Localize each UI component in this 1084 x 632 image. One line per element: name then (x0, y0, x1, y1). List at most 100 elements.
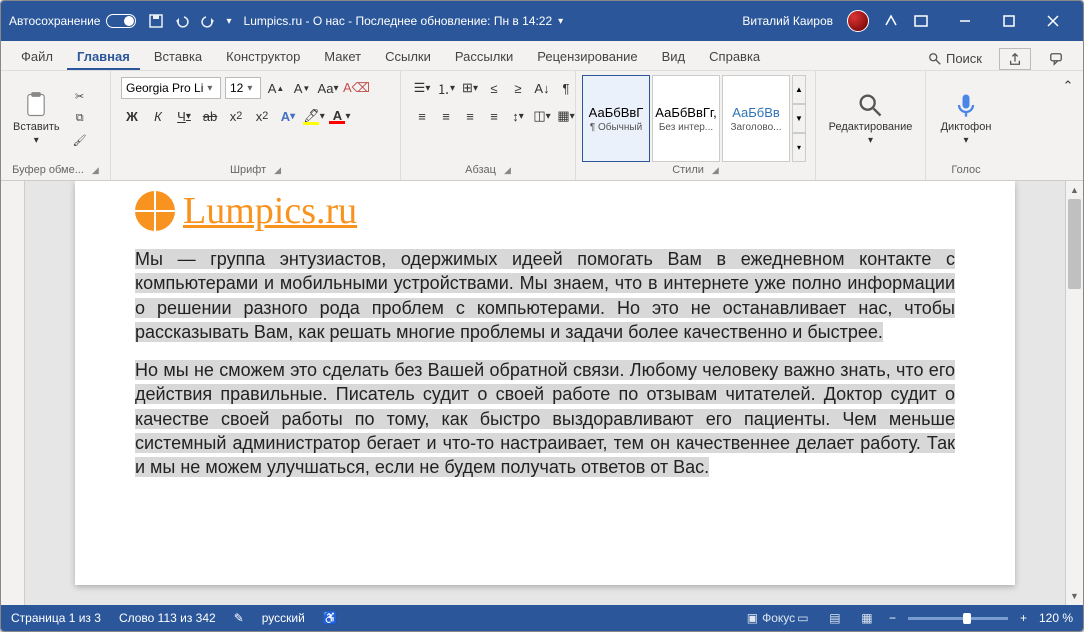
bullets-icon[interactable]: ☰▾ (411, 77, 433, 99)
styles-down-icon[interactable]: ▼ (792, 104, 806, 133)
clear-format-icon[interactable]: A⌫ (343, 77, 370, 99)
superscript-button[interactable]: x2 (251, 105, 273, 127)
font-color-icon[interactable]: A▾ (329, 105, 351, 127)
scroll-up-icon[interactable]: ▲ (1066, 181, 1083, 199)
zoom-out-icon[interactable]: − (889, 611, 896, 625)
clipboard-launcher[interactable]: ◢ (92, 165, 99, 176)
user-name[interactable]: Виталий Каиров (742, 14, 833, 28)
tab-help[interactable]: Справка (699, 43, 770, 70)
tab-review[interactable]: Рецензирование (527, 43, 647, 70)
tab-references[interactable]: Ссылки (375, 43, 441, 70)
word-window: Автосохранение ▾ Lumpics.ru - О нас - По… (0, 0, 1084, 632)
minimize-button[interactable] (943, 1, 987, 41)
spellcheck-icon[interactable]: ✎ (234, 611, 244, 625)
body-text[interactable]: Мы — группа энтузиастов, одержимых идеей… (135, 247, 955, 480)
font-name-combo[interactable]: Georgia Pro Li▾ (121, 77, 221, 99)
zoom-level[interactable]: 120 % (1039, 611, 1073, 625)
save-icon[interactable] (148, 13, 164, 29)
word-count[interactable]: Слово 113 из 342 (119, 611, 216, 625)
tab-home[interactable]: Главная (67, 43, 140, 70)
scroll-thumb[interactable] (1068, 199, 1081, 289)
styles-launcher[interactable]: ◢ (712, 165, 719, 176)
tab-mailings[interactable]: Рассылки (445, 43, 523, 70)
vertical-scrollbar[interactable]: ▲ ▼ (1065, 181, 1083, 605)
align-right-icon[interactable]: ≡ (459, 105, 481, 127)
shading-icon[interactable]: ◫▾ (531, 105, 553, 127)
strike-button[interactable]: ab (199, 105, 221, 127)
multilevel-icon[interactable]: ⊞▾ (459, 77, 481, 99)
subscript-button[interactable]: x2 (225, 105, 247, 127)
line-spacing-icon[interactable]: ↕▾ (507, 105, 529, 127)
paste-button[interactable]: Вставить ▾ (7, 87, 66, 150)
user-avatar[interactable] (847, 10, 869, 32)
zoom-slider[interactable] (908, 617, 1008, 620)
close-button[interactable] (1031, 1, 1075, 41)
styles-up-icon[interactable]: ▲ (792, 75, 806, 104)
cut-icon[interactable]: ✂ (70, 88, 90, 106)
editing-button[interactable]: Редактирование ▾ (823, 87, 919, 150)
format-painter-icon[interactable]: 🖌 (70, 132, 90, 150)
highlight-color-icon[interactable]: 🖊▾ (303, 105, 325, 127)
bold-button[interactable]: Ж (121, 105, 143, 127)
qat-more-icon[interactable]: ▾ (226, 16, 231, 27)
paragraph-launcher[interactable]: ◢ (504, 165, 511, 176)
maximize-button[interactable] (987, 1, 1031, 41)
style-no-spacing[interactable]: АаБбВвГг, Без интер... (652, 75, 720, 162)
sort-icon[interactable]: A↓ (531, 77, 553, 99)
coming-soon-icon[interactable] (883, 13, 899, 29)
selected-text-2: Но мы не сможем это сделать без Вашей об… (135, 360, 955, 477)
italic-button[interactable]: К (147, 105, 169, 127)
align-left-icon[interactable]: ≡ (411, 105, 433, 127)
align-center-icon[interactable]: ≡ (435, 105, 457, 127)
group-clipboard: Вставить ▾ ✂ ⧉ 🖌 Буфер обме...◢ (1, 71, 111, 180)
print-layout-icon[interactable]: ▤ (825, 610, 845, 626)
scroll-down-icon[interactable]: ▼ (1066, 587, 1083, 605)
share-button[interactable] (999, 48, 1031, 70)
ribbon-tabs: Файл Главная Вставка Конструктор Макет С… (1, 41, 1083, 71)
read-mode-icon[interactable]: ▭ (793, 610, 813, 626)
styles-more-icon[interactable]: ▾ (792, 133, 806, 162)
group-styles: АаБбВвГ ¶ Обычный АаБбВвГг, Без интер...… (576, 71, 816, 180)
justify-icon[interactable]: ≡ (483, 105, 505, 127)
collapse-ribbon-icon[interactable]: ⌃ (1057, 75, 1079, 97)
autosave-toggle[interactable]: Автосохранение (9, 14, 136, 28)
copy-icon[interactable]: ⧉ (70, 110, 90, 128)
borders-icon[interactable]: ▦▾ (555, 105, 577, 127)
decrease-indent-icon[interactable]: ≤ (483, 77, 505, 99)
redo-icon[interactable] (200, 13, 216, 29)
numbering-icon[interactable]: ⒈▾ (435, 77, 457, 99)
search-button[interactable]: Поиск (919, 47, 991, 70)
orange-logo-icon (135, 191, 175, 231)
language-indicator[interactable]: русский (262, 611, 305, 625)
font-launcher[interactable]: ◢ (274, 165, 281, 176)
page-indicator[interactable]: Страница 1 из 3 (11, 611, 101, 625)
change-case-icon[interactable]: Aa▾ (317, 77, 339, 99)
tab-design[interactable]: Конструктор (216, 43, 310, 70)
document-scroll[interactable]: Lumpics.ru Мы — группа энтузиастов, одер… (25, 181, 1065, 605)
tab-layout[interactable]: Макет (314, 43, 371, 70)
tab-file[interactable]: Файл (11, 43, 63, 70)
ribbon-display-icon[interactable] (913, 13, 929, 29)
focus-mode[interactable]: ▣ Фокус (761, 610, 781, 626)
grow-font-icon[interactable]: A▲ (265, 77, 287, 99)
web-layout-icon[interactable]: ▦ (857, 610, 877, 626)
comments-button[interactable] (1039, 48, 1073, 70)
text-effects-icon[interactable]: A▾ (277, 105, 299, 127)
dictate-button[interactable]: Диктофон ▾ (935, 87, 998, 150)
font-size-combo[interactable]: 12▾ (225, 77, 261, 99)
tab-view[interactable]: Вид (652, 43, 696, 70)
increase-indent-icon[interactable]: ≥ (507, 77, 529, 99)
group-editing: Редактирование ▾ (816, 71, 926, 180)
underline-button[interactable]: Ч▾ (173, 105, 195, 127)
group-font: Georgia Pro Li▾ 12▾ A▲ A▼ Aa▾ A⌫ Ж К Ч▾ … (111, 71, 401, 180)
shrink-font-icon[interactable]: A▼ (291, 77, 313, 99)
accessibility-icon[interactable]: ♿ (323, 611, 338, 625)
undo-icon[interactable] (174, 13, 190, 29)
toggle-icon (106, 14, 136, 28)
show-marks-icon[interactable]: ¶ (555, 77, 577, 99)
selected-text-1: Мы — группа энтузиастов, одержимых идеей… (135, 249, 955, 342)
style-normal[interactable]: АаБбВвГ ¶ Обычный (582, 75, 650, 162)
style-heading1[interactable]: АаБбВв Заголово... (722, 75, 790, 162)
zoom-in-icon[interactable]: + (1020, 611, 1027, 625)
tab-insert[interactable]: Вставка (144, 43, 212, 70)
